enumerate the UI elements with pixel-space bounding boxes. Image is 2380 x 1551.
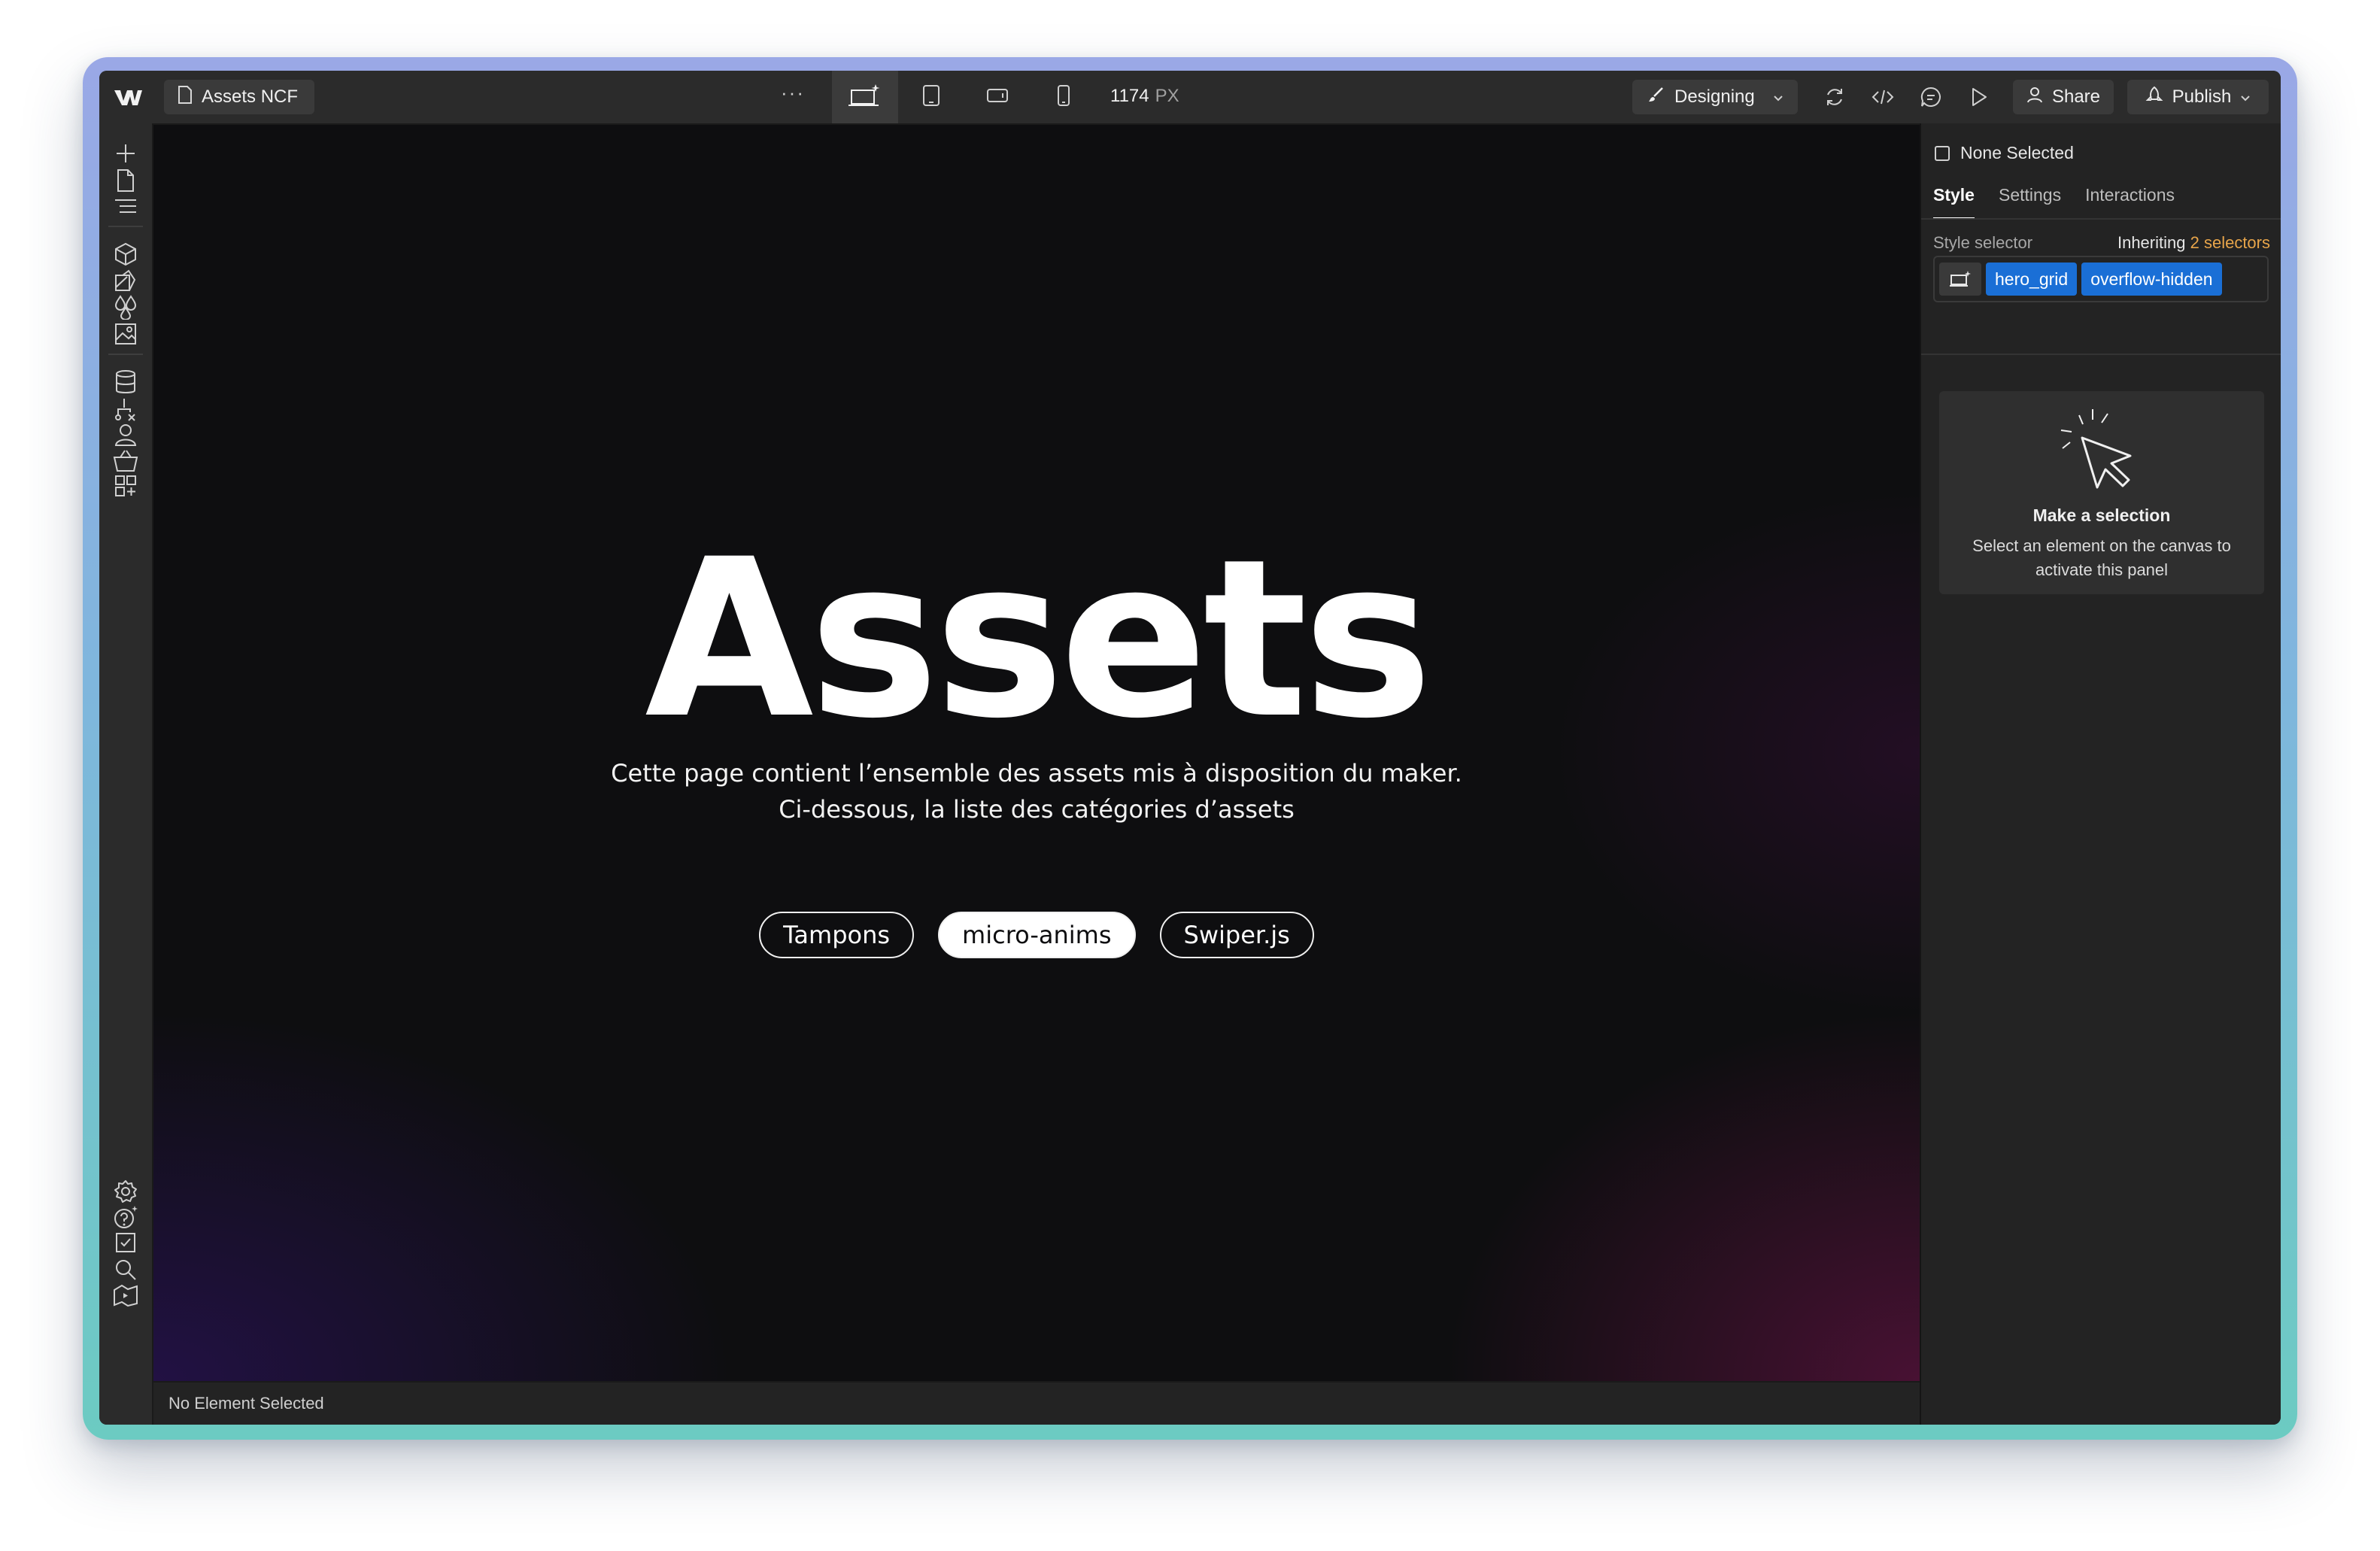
variables-icon[interactable]	[112, 293, 139, 320]
mobile-landscape-breakpoint-icon	[986, 87, 1009, 108]
mode-switcher[interactable]: Designing	[1632, 80, 1798, 114]
user-icon	[2026, 87, 2043, 108]
desktop-base-breakpoint-icon	[848, 83, 882, 112]
brush-icon	[1647, 87, 1664, 108]
code-icon[interactable]	[1870, 84, 1896, 110]
pill-swiper-js[interactable]: Swiper.js	[1159, 912, 1314, 958]
top-bar: Assets NCF ··· 1174 PX Designing Share P…	[99, 71, 2281, 125]
comments-icon[interactable]	[1918, 84, 1944, 110]
add-elements-icon[interactable]	[112, 140, 139, 167]
hero-subtitle-line-2: Ci-dessous, la liste des catégories d’as…	[779, 795, 1295, 824]
breakpoint-selector-icon[interactable]	[1939, 263, 1981, 296]
cursor-click-icon	[2058, 406, 2141, 500]
mode-label: Designing	[1674, 87, 1755, 107]
hero-title[interactable]: Assets	[153, 531, 1920, 749]
publish-button[interactable]: Publish	[2127, 80, 2269, 114]
designer-window: Assets NCF ··· 1174 PX Designing Share P…	[99, 71, 2281, 1425]
category-pills: Tampons micro-anims Swiper.js	[153, 912, 1920, 958]
toolbar-divider	[108, 226, 143, 227]
breakpoint-desktop[interactable]	[832, 71, 898, 123]
selection-label: None Selected	[1960, 143, 2074, 162]
cms-icon[interactable]	[112, 369, 139, 396]
empty-state-card: Make a selection Select an element on th…	[1939, 391, 2264, 594]
components-icon[interactable]	[112, 241, 139, 268]
pill-tampons[interactable]: Tampons	[759, 912, 915, 958]
canvas-width-unit: PX	[1155, 86, 1179, 106]
share-button[interactable]: Share	[2013, 80, 2114, 114]
tab-style[interactable]: Style	[1933, 185, 1975, 220]
status-bar: No Element Selected	[153, 1381, 1920, 1425]
design-canvas[interactable]: Assets Cette page contient l’ensemble de…	[153, 125, 1920, 1381]
apps-icon[interactable]	[112, 472, 139, 499]
tab-settings[interactable]: Settings	[1999, 185, 2061, 220]
publish-label: Publish	[2172, 87, 2232, 107]
panel-tabs: Style Settings Interactions	[1933, 185, 2175, 220]
empty-state-title: Make a selection	[2032, 505, 2171, 525]
share-label: Share	[2051, 87, 2101, 107]
canvas-width-value: 1174	[1110, 86, 1149, 106]
navigator-icon[interactable]	[112, 193, 139, 220]
page-file-icon	[178, 85, 193, 109]
logic-icon[interactable]	[112, 396, 139, 423]
style-selector-label: Style selector	[1933, 233, 2033, 252]
assets-icon[interactable]	[112, 320, 139, 348]
hero-subtitle-line-1: Cette page contient l’ensemble des asset…	[611, 759, 1462, 788]
tab-interactions[interactable]: Interactions	[2085, 185, 2175, 220]
chevron-down-icon	[2240, 87, 2251, 108]
pages-icon[interactable]	[112, 167, 139, 194]
breakpoint-mobile-landscape[interactable]	[964, 71, 1031, 123]
sync-icon[interactable]	[1822, 84, 1847, 110]
breakpoint-tablet[interactable]	[898, 71, 964, 123]
page-name: Assets NCF	[202, 87, 299, 107]
rocket-icon	[2145, 86, 2163, 109]
canvas-width-readout[interactable]: 1174 PX	[1110, 86, 1179, 107]
empty-state-body: Select an element on the canvas to activ…	[1972, 536, 2231, 579]
window-frame: Assets NCF ··· 1174 PX Designing Share P…	[83, 57, 2297, 1440]
toolbar-divider	[108, 354, 143, 355]
style-panel: None Selected Style Settings Interaction…	[1920, 123, 2281, 1425]
hero-subtitle[interactable]: Cette page contient l’ensemble des asset…	[153, 755, 1920, 827]
more-options-icon[interactable]: ···	[781, 81, 805, 105]
style-selectors-icon[interactable]	[112, 268, 139, 295]
selection-indicator[interactable]: None Selected	[1935, 143, 2074, 163]
webflow-logo-icon[interactable]	[113, 84, 143, 110]
panel-divider	[1921, 218, 2281, 220]
breakpoint-mobile-portrait[interactable]	[1031, 71, 1097, 123]
chevron-down-icon	[1773, 87, 1783, 108]
video-tutorials-icon[interactable]	[112, 1282, 139, 1309]
page-selector[interactable]: Assets NCF	[164, 80, 314, 114]
inheriting-label: Inheriting	[2117, 233, 2186, 252]
status-text: No Element Selected	[168, 1394, 324, 1413]
checkbox-icon	[1935, 145, 1950, 161]
search-icon[interactable]	[112, 1256, 139, 1283]
selector-tag-hero-grid[interactable]: hero_grid	[1986, 263, 2078, 296]
preview-play-icon[interactable]	[1966, 84, 1992, 110]
audit-icon[interactable]	[112, 1229, 139, 1256]
tablet-breakpoint-icon	[922, 84, 940, 111]
selector-field[interactable]: hero_grid overflow-hidden	[1933, 256, 2269, 302]
settings-icon[interactable]	[112, 1178, 139, 1205]
mobile-portrait-breakpoint-icon	[1056, 84, 1071, 111]
users-icon[interactable]	[112, 421, 139, 448]
help-icon[interactable]	[112, 1203, 139, 1231]
left-toolbar	[99, 123, 153, 1425]
panel-divider	[1921, 354, 2281, 355]
ecommerce-icon[interactable]	[112, 447, 139, 474]
pill-micro-anims[interactable]: micro-anims	[938, 912, 1136, 958]
inheriting-count: 2 selectors	[2190, 233, 2270, 252]
inheriting-indicator[interactable]: Inheriting 2 selectors	[2117, 233, 2270, 253]
selector-tag-overflow-hidden[interactable]: overflow-hidden	[2081, 263, 2222, 296]
